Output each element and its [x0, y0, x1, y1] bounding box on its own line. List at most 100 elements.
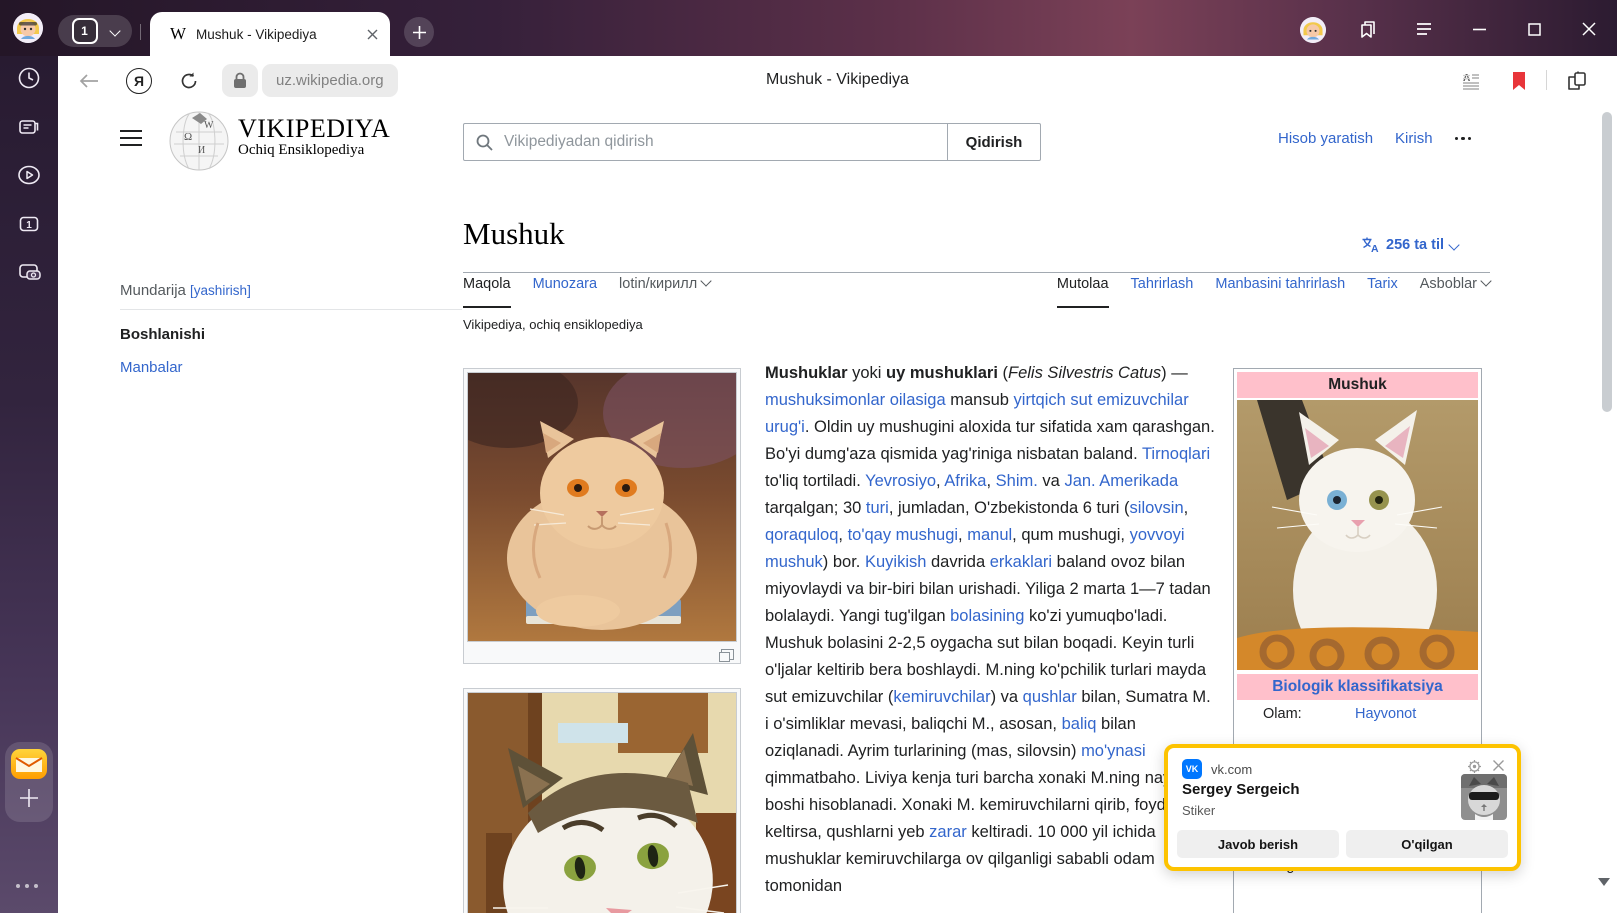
wiki-wordmark[interactable]: VIKIPEDIYA Ochiq Ensiklopediya	[238, 114, 390, 159]
yandex-home-button[interactable]: Я	[126, 68, 152, 94]
close-button[interactable]	[1575, 16, 1603, 42]
url-text: uz.wikipedia.org	[276, 72, 384, 89]
language-selector[interactable]: A 256 ta til	[1361, 236, 1458, 253]
screenshot-button[interactable]	[17, 260, 41, 284]
feed-button[interactable]	[17, 115, 41, 139]
article-link[interactable]: mushuksimonlar oilasiga	[765, 391, 946, 409]
svg-text:W: W	[204, 120, 214, 131]
site-security-button[interactable]	[222, 64, 258, 97]
article-link[interactable]: kemiruvchilar	[893, 688, 990, 706]
tabs-counter-button[interactable]: 1	[17, 212, 41, 236]
scrollbar-thumb[interactable]	[1602, 112, 1612, 412]
infobox-row-value-link[interactable]: Hayvonot	[1355, 706, 1416, 722]
back-button[interactable]	[76, 68, 102, 94]
create-account-link[interactable]: Hisob yaratish	[1278, 130, 1373, 147]
active-tab[interactable]: W Mushuk - Vikipediya	[150, 12, 390, 56]
article-link[interactable]: zarar	[929, 823, 967, 841]
article-link[interactable]: Yevrosiyo	[865, 472, 936, 490]
reload-icon	[179, 71, 199, 91]
browser-menu-button[interactable]	[1410, 16, 1438, 42]
article-link[interactable]: erkaklari	[990, 553, 1052, 571]
minimize-icon	[1473, 28, 1486, 31]
sidebar-more-button[interactable]	[16, 884, 38, 888]
wikipedia-globe-logo[interactable]: Ω W И	[168, 110, 230, 172]
profile-avatar[interactable]	[1300, 17, 1326, 43]
new-tab-button[interactable]	[404, 17, 434, 47]
close-icon[interactable]	[1492, 759, 1505, 772]
maximize-button[interactable]	[1520, 16, 1548, 42]
article-tab-mutolaa[interactable]: Mutolaa	[1057, 276, 1109, 308]
search-button[interactable]: Qidirish	[947, 123, 1041, 161]
collections-button[interactable]	[1564, 68, 1590, 94]
article-link[interactable]: manul	[967, 526, 1012, 544]
reader-mode-button[interactable]: A	[1457, 68, 1483, 94]
sticker-cat-sunglasses	[1461, 774, 1507, 820]
article-image-tabby-cat[interactable]	[463, 688, 741, 913]
scrollbar-down-arrow[interactable]	[1598, 878, 1610, 886]
assistant-avatar[interactable]	[13, 13, 43, 43]
news-feed-icon	[17, 115, 41, 139]
tab-close-icon[interactable]	[367, 29, 378, 40]
wikipedia-favicon: W	[170, 24, 186, 44]
article-link[interactable]: bolasining	[950, 607, 1024, 625]
gear-icon[interactable]	[1467, 759, 1482, 774]
white-kitten-photo[interactable]	[1237, 400, 1478, 670]
bookmarks-panel-button[interactable]	[1354, 16, 1382, 42]
article-link[interactable]: to'qay mushugi	[848, 526, 958, 544]
article-title: Mushuk	[463, 216, 565, 252]
article-link[interactable]: turi	[866, 499, 889, 517]
article-tab-tahrirlash[interactable]: Tahrirlash	[1131, 276, 1194, 308]
address-bar[interactable]: uz.wikipedia.org	[262, 64, 398, 97]
article-text: to'liq tortiladi.	[765, 472, 865, 490]
article-tab-asboblar[interactable]: Asboblar	[1420, 276, 1490, 308]
toc-item-manbalar[interactable]: Manbalar	[120, 359, 462, 376]
mark-read-button[interactable]: O'qilgan	[1346, 830, 1508, 858]
article-link[interactable]: silovsin	[1130, 499, 1184, 517]
infobox-row-olam: Olam: Hayvonot	[1237, 700, 1478, 724]
article-tab-lotin-кирилл[interactable]: lotin/кирилл	[619, 276, 710, 308]
article-text: mansub	[946, 391, 1014, 409]
infobox-section-header[interactable]: Biologik klassifikatsiya	[1237, 674, 1478, 700]
search-input[interactable]	[502, 132, 947, 152]
bookmark-flag-icon	[1511, 71, 1527, 91]
article-link[interactable]: Jan. Amerikada	[1064, 472, 1178, 490]
login-link[interactable]: Kirish	[1395, 130, 1433, 147]
history-button[interactable]	[17, 66, 41, 90]
wiki-main-menu-button[interactable]	[120, 130, 142, 146]
article-image-cream-cat[interactable]	[463, 368, 741, 664]
add-app-icon[interactable]	[19, 788, 39, 808]
lock-icon	[233, 72, 247, 89]
tab-group-count: 1	[72, 18, 98, 44]
wiki-user-links: Hisob yaratish Kirish	[1278, 130, 1471, 147]
wiki-search-box[interactable]	[463, 123, 948, 161]
article-tab-munozara[interactable]: Munozara	[533, 276, 597, 308]
article-link[interactable]: qoraquloq	[765, 526, 838, 544]
article-link[interactable]: baliq	[1062, 715, 1097, 733]
toc-item-boshlanishi[interactable]: Boshlanishi	[120, 326, 462, 343]
video-button[interactable]	[17, 163, 41, 187]
minimize-button[interactable]	[1465, 16, 1493, 42]
vk-notification-popup[interactable]: VK vk.com Sergey Sergeich Stiker	[1164, 744, 1521, 871]
article-link[interactable]: Afrika	[944, 472, 986, 490]
article-tab-manbasini-tahrirlash[interactable]: Manbasini tahrirlash	[1215, 276, 1345, 308]
article-link[interactable]: Tirnoqlari	[1142, 445, 1210, 463]
reply-button[interactable]: Javob berish	[1177, 830, 1339, 858]
toc-divider	[120, 309, 462, 310]
image-enlarge-icon[interactable]	[721, 649, 734, 660]
reload-button[interactable]	[176, 68, 202, 94]
tab-title: Mushuk - Vikipediya	[196, 27, 367, 42]
article-text: yoki	[848, 364, 887, 382]
article-link[interactable]: mo'ynasi	[1081, 742, 1146, 760]
bookmark-button[interactable]	[1506, 68, 1532, 94]
article-link[interactable]: qushlar	[1023, 688, 1077, 706]
article-tab-maqola[interactable]: Maqola	[463, 276, 511, 308]
toc-hide-link[interactable]: [yashirish]	[190, 283, 251, 298]
avatar-girl-icon	[13, 13, 43, 43]
article-tab-tarix[interactable]: Tarix	[1367, 276, 1398, 308]
tab-group-pill[interactable]: 1	[58, 15, 132, 47]
toolbar-divider	[1546, 70, 1547, 90]
user-menu-ellipsis-icon[interactable]	[1455, 137, 1472, 141]
article-link[interactable]: Kuyikish	[865, 553, 926, 571]
yandex-mail-button[interactable]	[11, 749, 47, 779]
article-link[interactable]: Shim.	[996, 472, 1038, 490]
